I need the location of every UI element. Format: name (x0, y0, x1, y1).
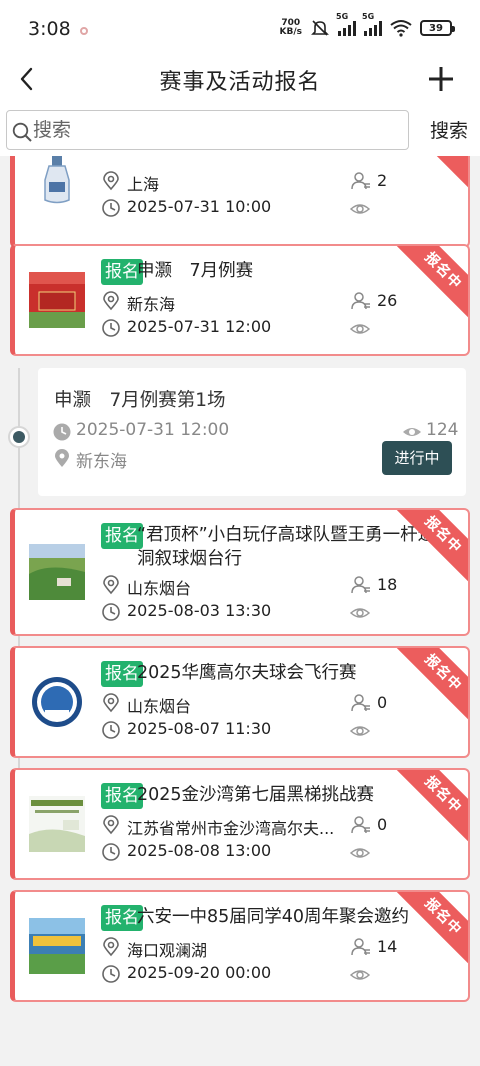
net-speed: 700 KB/s (280, 19, 302, 37)
event-datetime: 2025-07-31 10:00 (127, 197, 272, 216)
event-datetime: 2025-09-20 00:00 (127, 963, 272, 982)
event-thumbnail (29, 544, 85, 600)
eye-icon (350, 324, 370, 334)
clock-icon (102, 199, 120, 217)
event-location: 山东烟台 (127, 579, 192, 598)
event-list: 上海 2 2025-07-31 10:00 报名 申灏 7月例赛 报名中 新东海… (0, 156, 480, 1066)
participant-count: 2 (377, 171, 388, 190)
clock-icon (102, 965, 120, 983)
event-title: 申灏 7月例赛 (137, 261, 254, 281)
participants-icon (351, 292, 370, 310)
event-location: 海口观澜湖 (127, 941, 208, 960)
battery-icon: 39 (420, 20, 455, 36)
event-thumbnail (29, 272, 85, 328)
search-icon (12, 122, 32, 142)
eye-icon (350, 608, 370, 618)
ribbon-badge (393, 156, 468, 191)
sub-event-datetime: 2025-07-31 12:00 (76, 420, 230, 440)
clock-icon (102, 843, 120, 861)
participant-count: 0 (377, 693, 388, 712)
participants-icon (351, 816, 370, 834)
eye-icon (350, 848, 370, 858)
status-time: 3:08 (28, 18, 71, 40)
location-icon (103, 693, 119, 713)
event-thumbnail (29, 674, 85, 730)
ribbon-badge: 报名中 (393, 770, 468, 845)
wifi-icon (390, 20, 412, 37)
notification-icon (80, 27, 88, 35)
eye-icon (350, 204, 370, 214)
event-location: 新东海 (127, 295, 176, 314)
mute-icon (311, 20, 329, 36)
signal-1-label: 5G (336, 12, 349, 21)
signal-2-label: 5G (362, 12, 375, 21)
eye-icon (350, 970, 370, 980)
status-button[interactable]: 进行中 (382, 441, 452, 475)
participant-count: 18 (377, 575, 398, 594)
participants-icon (351, 694, 370, 712)
page-title: 赛事及活动报名 (159, 70, 321, 95)
event-datetime: 2025-08-03 13:30 (127, 601, 272, 620)
sub-event-location: 新东海 (76, 452, 127, 472)
event-thumbnail (29, 156, 85, 206)
event-thumbnail (29, 918, 85, 974)
sub-event-card[interactable]: 申灏 7月例赛第1场 2025-07-31 12:00 新东海 124 进行中 (38, 368, 466, 496)
net-speed-unit: KB/s (279, 27, 302, 37)
location-icon (103, 575, 119, 595)
add-icon[interactable] (426, 62, 456, 96)
event-card[interactable]: 报名 2025金沙湾第七届黑梯挑战赛 报名中 江苏省常州市金沙湾高尔夫... 0… (10, 768, 470, 880)
participants-icon (351, 938, 370, 956)
ribbon-badge: 报名中 (393, 246, 468, 321)
event-card[interactable]: 报名 “君顶杯”小白玩仔高球队暨王勇一杆进 洞叙球烟台行 报名中 山东烟台 18… (10, 508, 470, 636)
event-datetime: 2025-07-31 12:00 (127, 317, 272, 336)
event-title-line1: “君顶杯”小白玩仔高球队暨王勇一杆进 (137, 525, 436, 545)
location-icon (103, 937, 119, 957)
signal-1-icon: 5G (336, 12, 356, 36)
participant-count: 26 (377, 291, 398, 310)
event-card[interactable]: 报名 申灏 7月例赛 报名中 新东海 26 2025-07-31 12:00 (10, 244, 470, 356)
participants-icon (351, 172, 370, 190)
location-filled-icon (55, 449, 69, 467)
ribbon-badge: 报名中 (393, 648, 468, 723)
participants-icon (351, 576, 370, 594)
event-title: 六安一中85届同学40周年聚会邀约 (137, 907, 410, 927)
clock-filled-icon (53, 423, 71, 441)
sub-event-title: 申灏 7月例赛第1场 (54, 390, 226, 411)
signal-2-icon: 5G (362, 12, 382, 36)
clock-icon (102, 603, 120, 621)
participant-count: 14 (377, 937, 398, 956)
event-location: 江苏省常州市金沙湾高尔夫... (127, 819, 335, 838)
event-card[interactable]: 报名 六安一中85届同学40周年聚会邀约 报名中 海口观澜湖 14 2025-0… (10, 890, 470, 1002)
clock-icon (102, 721, 120, 739)
nav-bar: 赛事及活动报名 (0, 58, 480, 104)
search-box[interactable] (6, 110, 409, 150)
event-title: 2025金沙湾第七届黑梯挑战赛 (137, 785, 375, 805)
search-input[interactable] (33, 111, 393, 149)
status-bar: 3:08 700 KB/s 5G 5G 39 (0, 0, 480, 58)
location-icon (103, 815, 119, 835)
event-title: 2025华鹰高尔夫球会飞行赛 (137, 663, 357, 683)
event-datetime: 2025-08-08 13:00 (127, 841, 272, 860)
timeline-dot (8, 426, 30, 448)
event-datetime: 2025-08-07 11:30 (127, 719, 272, 738)
participant-count: 0 (377, 815, 388, 834)
event-location: 山东烟台 (127, 697, 192, 716)
event-title-line2: 洞叙球烟台行 (137, 549, 242, 569)
event-thumbnail (29, 796, 85, 852)
search-row: 搜索 (0, 104, 480, 156)
search-button[interactable]: 搜索 (430, 116, 468, 143)
eye-icon (350, 726, 370, 736)
location-icon (103, 291, 119, 311)
eye-filled-icon (403, 428, 421, 436)
status-indicators: 700 KB/s 5G 5G 39 (280, 12, 455, 40)
location-icon (103, 171, 119, 191)
event-location: 上海 (127, 175, 160, 194)
event-card[interactable]: 上海 2 2025-07-31 10:00 (10, 156, 470, 248)
clock-icon (102, 319, 120, 337)
sub-event-views: 124 (426, 420, 459, 440)
event-card[interactable]: 报名 2025华鹰高尔夫球会飞行赛 报名中 山东烟台 0 2025-08-07 … (10, 646, 470, 758)
